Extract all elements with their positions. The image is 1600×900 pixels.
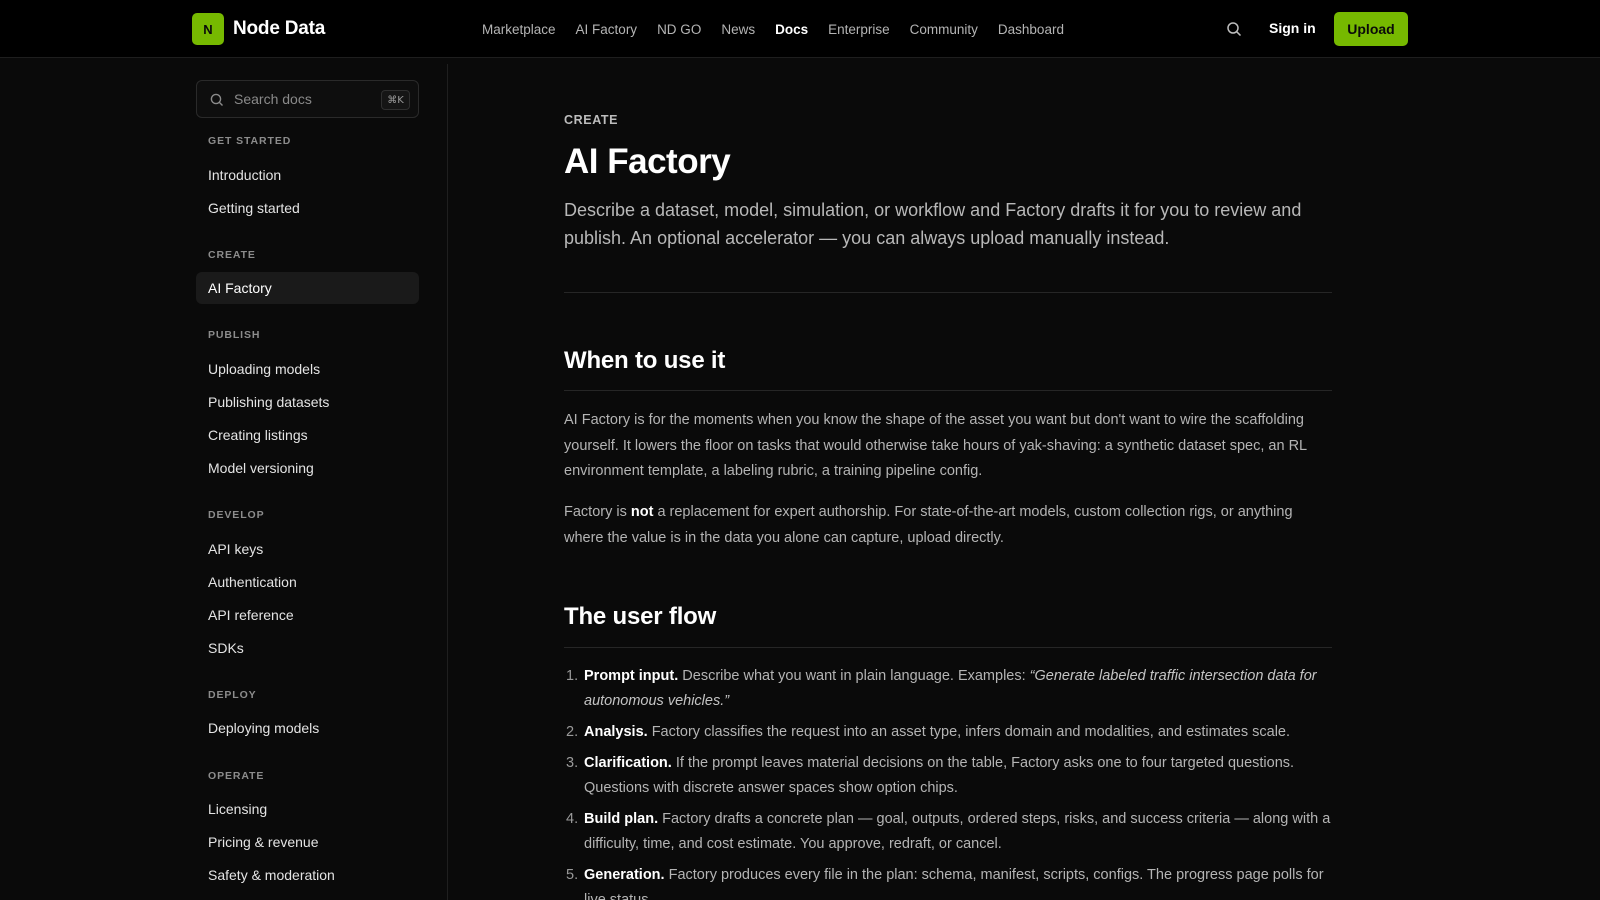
list-number: 1. [566,668,579,684]
sidebar-section-deploy: DEPLOY [208,689,257,701]
step-title: Prompt input. [584,668,679,684]
step-text: Factory classifies the request into an a… [647,724,1291,740]
nav-item-community[interactable]: Community [910,22,978,37]
list-number: 2. [566,724,579,740]
emphasis-text: not [630,504,654,520]
brand-name[interactable]: Node Data [233,18,325,40]
sidebar-item-licensing[interactable]: Licensing [196,793,419,825]
main-nav: Marketplace AI Factory ND GO News Docs E… [482,0,1064,58]
sidebar-item-api-reference[interactable]: API reference [196,599,419,631]
paragraph-text: Factory is [564,504,631,520]
sidebar-item-creating-listings[interactable]: Creating listings [196,419,419,451]
list-item: 5. Generation. Factory produces every fi… [564,863,1332,900]
upload-button[interactable]: Upload [1334,12,1408,46]
sidebar-divider [447,64,448,900]
step-text: If the prompt leaves material decisions … [584,755,1295,796]
keyboard-shortcut-badge: ⌘K [381,90,410,110]
page-title: AI Factory [564,142,731,181]
sidebar-item-model-versioning[interactable]: Model versioning [196,452,419,484]
list-number: 5. [566,867,579,883]
list-item: 1. Prompt input. Describe what you want … [564,664,1332,714]
list-number: 3. [566,755,579,771]
section-heading-when-to-use: When to use it [564,347,726,374]
sidebar-item-ai-factory[interactable]: AI Factory [196,272,419,304]
nav-item-news[interactable]: News [721,22,755,37]
list-item: 2. Analysis. Factory classifies the requ… [564,720,1332,745]
sidebar-item-api-keys[interactable]: API keys [196,533,419,565]
brand[interactable]: N Node Data [192,13,325,45]
sidebar-item-sdks[interactable]: SDKs [196,632,419,664]
step-text: Factory produces every file in the plan:… [584,867,1324,900]
nav-item-nd-go[interactable]: ND GO [657,22,701,37]
step-title: Analysis. [584,724,648,740]
sidebar-item-introduction[interactable]: Introduction [196,159,419,191]
nav-item-ai-factory[interactable]: AI Factory [576,22,638,37]
step-title: Generation. [584,867,665,883]
list-number: 4. [566,811,579,827]
sidebar-item-authentication[interactable]: Authentication [196,566,419,598]
divider [564,292,1332,293]
page-eyebrow: CREATE [564,113,619,127]
nav-item-enterprise[interactable]: Enterprise [828,22,890,37]
sign-in-link[interactable]: Sign in [1269,20,1316,36]
step-text: Factory drafts a concrete plan — goal, o… [584,811,1331,852]
nav-item-marketplace[interactable]: Marketplace [482,22,556,37]
sidebar-section-create: CREATE [208,249,256,261]
search-icon[interactable] [1224,19,1244,39]
brand-logo[interactable]: N [192,13,224,45]
paragraph-text: a replacement for expert authorship. For… [564,504,1293,546]
nav-item-docs[interactable]: Docs [775,22,808,37]
divider [564,390,1332,391]
step-text: Describe what you want in plain language… [678,668,1030,684]
step-title: Build plan. [584,811,659,827]
list-item: 4. Build plan. Factory drafts a concrete… [564,807,1332,857]
search-icon [210,93,223,106]
page-lead: Describe a dataset, model, simulation, o… [564,200,1302,248]
docs-search-placeholder: Search docs [234,91,312,107]
section-heading-user-flow: The user flow [564,603,717,630]
sidebar-item-publishing-datasets[interactable]: Publishing datasets [196,386,419,418]
step-title: Clarification. [584,755,672,771]
sidebar-item-pricing-revenue[interactable]: Pricing & revenue [196,826,419,858]
sidebar-section-develop: DEVELOP [208,509,265,521]
sidebar-item-deploying-models[interactable]: Deploying models [196,712,419,744]
user-flow-list: 1. Prompt input. Describe what you want … [564,664,1332,900]
divider [564,647,1332,648]
sidebar-section-get-started: GET STARTED [208,135,292,147]
sidebar-item-uploading-models[interactable]: Uploading models [196,353,419,385]
top-navigation-bar: N Node Data Marketplace AI Factory ND GO… [0,0,1600,58]
sidebar-item-safety-moderation[interactable]: Safety & moderation [196,859,419,891]
paragraph: Factory is not a replacement for expert … [564,500,1332,551]
list-item: 3. Clarification. If the prompt leaves m… [564,751,1332,801]
sidebar-section-publish: PUBLISH [208,329,261,341]
paragraph: AI Factory is for the moments when you k… [564,412,1307,479]
nav-item-dashboard[interactable]: Dashboard [998,22,1064,37]
sidebar-section-operate: OPERATE [208,770,265,782]
sidebar-item-getting-started[interactable]: Getting started [196,192,419,224]
docs-sidebar: Search docs ⌘K GET STARTED Introduction … [0,58,448,900]
docs-search-input[interactable]: Search docs ⌘K [196,80,419,118]
article: CREATE AI Factory Describe a dataset, mo… [564,58,1332,900]
